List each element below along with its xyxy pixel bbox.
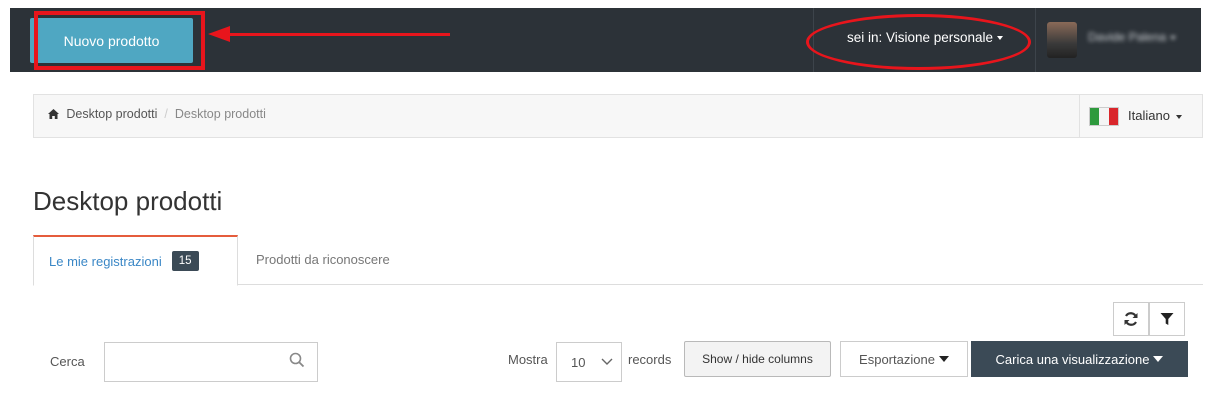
caret-down-icon: [1175, 114, 1182, 119]
user-menu[interactable]: Davide Palena: [1088, 30, 1193, 50]
page-size-value: 10: [571, 354, 586, 370]
show-label: Mostra: [508, 352, 548, 367]
tab-label: Le mie registrazioni: [49, 253, 162, 269]
language-selector[interactable]: Italiano: [1128, 108, 1182, 128]
records-label: records: [628, 352, 672, 367]
show-hide-columns-button[interactable]: Show / hide columns: [684, 341, 831, 377]
breadcrumb-separator: /: [164, 107, 168, 121]
caret-down-icon: [1153, 356, 1164, 362]
count-badge: 15: [171, 251, 199, 271]
caret-down-icon: [938, 356, 949, 362]
load-view-label: Carica una visualizzazione: [995, 351, 1150, 367]
page-title: Desktop prodotti: [33, 186, 223, 216]
page-size-select[interactable]: 10: [556, 342, 622, 382]
breadcrumb-current: Desktop prodotti: [174, 107, 266, 121]
user-avatar[interactable]: [1047, 22, 1077, 58]
filter-icon: [1160, 313, 1174, 325]
annotation-highlight-ellipse: [806, 14, 1031, 70]
tab-products-to-recognize[interactable]: Prodotti da riconoscere: [256, 252, 390, 272]
breadcrumb: Desktop prodotti / Desktop prodotti: [48, 107, 266, 127]
caret-down-icon: [1170, 35, 1177, 40]
language-label: Italiano: [1128, 108, 1170, 123]
export-button[interactable]: Esportazione: [840, 341, 968, 377]
navbar-divider: [1035, 8, 1036, 72]
search-label: Cerca: [50, 354, 85, 369]
refresh-button[interactable]: [1113, 302, 1149, 336]
load-view-button[interactable]: Carica una visualizzazione: [971, 341, 1188, 377]
annotation-arrow-line: [228, 33, 450, 36]
search-input[interactable]: [104, 342, 318, 382]
refresh-icon: [1124, 312, 1138, 326]
annotation-highlight-box: [34, 11, 205, 70]
tab-my-registrations[interactable]: Le mie registrazioni 15: [33, 235, 238, 286]
filter-button[interactable]: [1149, 302, 1185, 336]
search-icon: [289, 352, 305, 368]
chevron-down-icon: [601, 358, 613, 365]
italy-flag-icon[interactable]: [1089, 107, 1119, 126]
annotation-arrow-head: [208, 26, 230, 42]
user-name: Davide Palena: [1088, 30, 1167, 44]
export-label: Esportazione: [859, 351, 935, 367]
home-icon[interactable]: [48, 107, 62, 121]
breadcrumb-divider: [1079, 94, 1080, 138]
breadcrumb-link-home[interactable]: Desktop prodotti: [66, 107, 157, 121]
